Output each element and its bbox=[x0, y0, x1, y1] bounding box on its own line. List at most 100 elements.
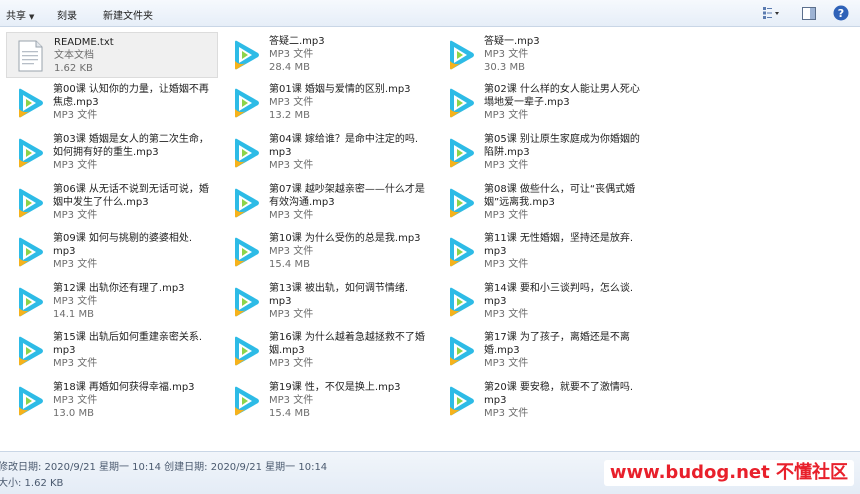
file-name: 第03课 婚姻是女人的第二次生命， 如何拥有好的重生.mp3 bbox=[53, 134, 209, 158]
media-player-icon bbox=[13, 137, 45, 169]
file-type: MP3 文件 bbox=[53, 259, 98, 270]
file-type: MP3 文件 bbox=[269, 395, 314, 406]
file-size: 14.1 MB bbox=[53, 309, 94, 320]
file-item[interactable]: 第14课 要和小三谈判吗，怎么谈. mp3 MP3 文件 bbox=[437, 279, 649, 325]
file-item[interactable]: README.txt 文本文档 1.62 KB bbox=[6, 32, 218, 78]
file-item[interactable]: 答疑一.mp3 MP3 文件 30.3 MB bbox=[437, 32, 649, 78]
new-folder-button[interactable]: 新建文件夹 bbox=[103, 7, 153, 22]
media-player-icon bbox=[444, 286, 476, 318]
file-type: MP3 文件 bbox=[484, 160, 529, 171]
file-type: MP3 文件 bbox=[269, 97, 314, 108]
view-list-icon bbox=[763, 7, 779, 19]
file-item[interactable]: 第07课 越吵架越亲密——什么才是 有效沟通.mp3 MP3 文件 bbox=[222, 180, 434, 226]
file-item[interactable]: 第08课 做些什么，可让“丧偶式婚 姻”远离我.mp3 MP3 文件 bbox=[437, 180, 649, 226]
media-player-icon bbox=[444, 87, 476, 119]
status-dates: 修改日期: 2020/9/21 星期一 10:14 创建日期: 2020/9/2… bbox=[0, 462, 328, 473]
help-button[interactable]: ? bbox=[832, 4, 850, 22]
file-name: 第13课 被出轨，如何调节情绪. mp3 bbox=[269, 283, 409, 307]
file-name: 第04课 嫁给谁？是命中注定的吗. mp3 bbox=[269, 134, 419, 158]
file-item[interactable]: 第02课 什么样的女人能让男人死心 塌地爱一辈子.mp3 MP3 文件 bbox=[437, 80, 649, 126]
file-item[interactable]: 第16课 为什么越着急越拯救不了婚 姻.mp3 MP3 文件 bbox=[222, 328, 434, 374]
file-name: 第19课 性，不仅是换上.mp3 bbox=[269, 382, 401, 393]
file-item[interactable]: 第03课 婚姻是女人的第二次生命， 如何拥有好的重生.mp3 MP3 文件 bbox=[6, 130, 218, 176]
svg-text:?: ? bbox=[838, 7, 844, 20]
file-item[interactable]: 第05课 别让原生家庭成为你婚姻的 陷阱.mp3 MP3 文件 bbox=[437, 130, 649, 176]
file-type: MP3 文件 bbox=[53, 210, 98, 221]
media-player-icon bbox=[229, 286, 261, 318]
text-document-icon bbox=[14, 40, 46, 72]
media-player-icon bbox=[444, 335, 476, 367]
file-item[interactable]: 第04课 嫁给谁？是命中注定的吗. mp3 MP3 文件 bbox=[222, 130, 434, 176]
file-type: MP3 文件 bbox=[484, 49, 529, 60]
file-item[interactable]: 第20课 要安稳，就要不了激情吗. mp3 MP3 文件 bbox=[437, 378, 649, 424]
file-item[interactable]: 第18课 再婚如何获得幸福.mp3 MP3 文件 13.0 MB bbox=[6, 378, 218, 424]
media-player-icon bbox=[444, 137, 476, 169]
media-player-icon bbox=[13, 335, 45, 367]
file-size: 15.4 MB bbox=[269, 259, 310, 270]
file-type: MP3 文件 bbox=[484, 408, 529, 419]
file-name: 第17课 为了孩子，离婚还是不离 婚.mp3 bbox=[484, 332, 630, 356]
media-player-icon bbox=[13, 87, 45, 119]
media-player-icon bbox=[229, 335, 261, 367]
share-menu-button[interactable]: 共享 ▼ bbox=[6, 7, 34, 22]
media-player-icon bbox=[229, 39, 261, 71]
file-item[interactable]: 第10课 为什么受伤的总是我.mp3 MP3 文件 15.4 MB bbox=[222, 229, 434, 275]
media-player-icon bbox=[229, 385, 261, 417]
file-size: 13.0 MB bbox=[53, 408, 94, 419]
media-player-icon bbox=[13, 286, 45, 318]
file-item[interactable]: 第01课 婚姻与爱情的区别.mp3 MP3 文件 13.2 MB bbox=[222, 80, 434, 126]
file-item[interactable]: 第00课 认知你的力量，让婚姻不再 焦虑.mp3 MP3 文件 bbox=[6, 80, 218, 126]
file-type: MP3 文件 bbox=[484, 358, 529, 369]
file-name: 第10课 为什么受伤的总是我.mp3 bbox=[269, 233, 421, 244]
file-type: MP3 文件 bbox=[484, 210, 529, 221]
file-item[interactable]: 第11课 无性婚姻，坚持还是放弃. mp3 MP3 文件 bbox=[437, 229, 649, 275]
media-player-icon bbox=[444, 236, 476, 268]
file-type: MP3 文件 bbox=[484, 309, 529, 320]
file-item[interactable]: 第06课 从无话不说到无话可说，婚 姻中发生了什么.mp3 MP3 文件 bbox=[6, 180, 218, 226]
media-player-icon bbox=[229, 236, 261, 268]
file-type: MP3 文件 bbox=[484, 259, 529, 270]
file-type: MP3 文件 bbox=[53, 160, 98, 171]
file-name: 第14课 要和小三谈判吗，怎么谈. mp3 bbox=[484, 283, 634, 307]
share-label: 共享 bbox=[6, 11, 26, 22]
file-type: 文本文档 bbox=[54, 50, 94, 61]
file-name: 第05课 别让原生家庭成为你婚姻的 陷阱.mp3 bbox=[484, 134, 640, 158]
media-player-icon bbox=[229, 187, 261, 219]
media-player-icon bbox=[444, 385, 476, 417]
file-name: README.txt bbox=[54, 37, 114, 48]
file-name: 第12课 出轨你还有理了.mp3 bbox=[53, 283, 185, 294]
media-player-icon bbox=[229, 87, 261, 119]
file-size: 15.4 MB bbox=[269, 408, 310, 419]
file-size: 1.62 KB bbox=[54, 63, 93, 74]
file-type: MP3 文件 bbox=[53, 358, 98, 369]
file-item[interactable]: 第17课 为了孩子，离婚还是不离 婚.mp3 MP3 文件 bbox=[437, 328, 649, 374]
file-type: MP3 文件 bbox=[484, 110, 529, 121]
change-view-button[interactable] bbox=[756, 4, 786, 22]
site-watermark: www.budog.net 不懂社区 bbox=[603, 460, 854, 486]
file-name: 第09课 如何与挑剔的婆婆相处. mp3 bbox=[53, 233, 193, 257]
preview-pane-button[interactable] bbox=[800, 4, 818, 22]
file-item[interactable]: 第15课 出轨后如何重建亲密关系. mp3 MP3 文件 bbox=[6, 328, 218, 374]
file-type: MP3 文件 bbox=[53, 110, 98, 121]
file-name: 第11课 无性婚姻，坚持还是放弃. mp3 bbox=[484, 233, 634, 257]
file-item[interactable]: 第13课 被出轨，如何调节情绪. mp3 MP3 文件 bbox=[222, 279, 434, 325]
file-type: MP3 文件 bbox=[269, 246, 314, 257]
file-type: MP3 文件 bbox=[269, 160, 314, 171]
file-item[interactable]: 第09课 如何与挑剔的婆婆相处. mp3 MP3 文件 bbox=[6, 229, 218, 275]
file-type: MP3 文件 bbox=[269, 49, 314, 60]
file-type: MP3 文件 bbox=[53, 296, 98, 307]
file-item[interactable]: 第12课 出轨你还有理了.mp3 MP3 文件 14.1 MB bbox=[6, 279, 218, 325]
file-type: MP3 文件 bbox=[53, 395, 98, 406]
file-type: MP3 文件 bbox=[269, 210, 314, 221]
burn-button[interactable]: 刻录 bbox=[57, 7, 77, 22]
file-item[interactable]: 第19课 性，不仅是换上.mp3 MP3 文件 15.4 MB bbox=[222, 378, 434, 424]
file-size: 28.4 MB bbox=[269, 62, 310, 73]
file-name: 第07课 越吵架越亲密——什么才是 有效沟通.mp3 bbox=[269, 184, 425, 208]
media-player-icon bbox=[444, 187, 476, 219]
file-item[interactable]: 答疑二.mp3 MP3 文件 28.4 MB bbox=[222, 32, 434, 78]
file-type: MP3 文件 bbox=[269, 358, 314, 369]
media-player-icon bbox=[13, 385, 45, 417]
file-name: 答疑二.mp3 bbox=[269, 36, 325, 47]
file-name: 第15课 出轨后如何重建亲密关系. mp3 bbox=[53, 332, 203, 356]
file-name: 第08课 做些什么，可让“丧偶式婚 姻”远离我.mp3 bbox=[484, 184, 636, 208]
